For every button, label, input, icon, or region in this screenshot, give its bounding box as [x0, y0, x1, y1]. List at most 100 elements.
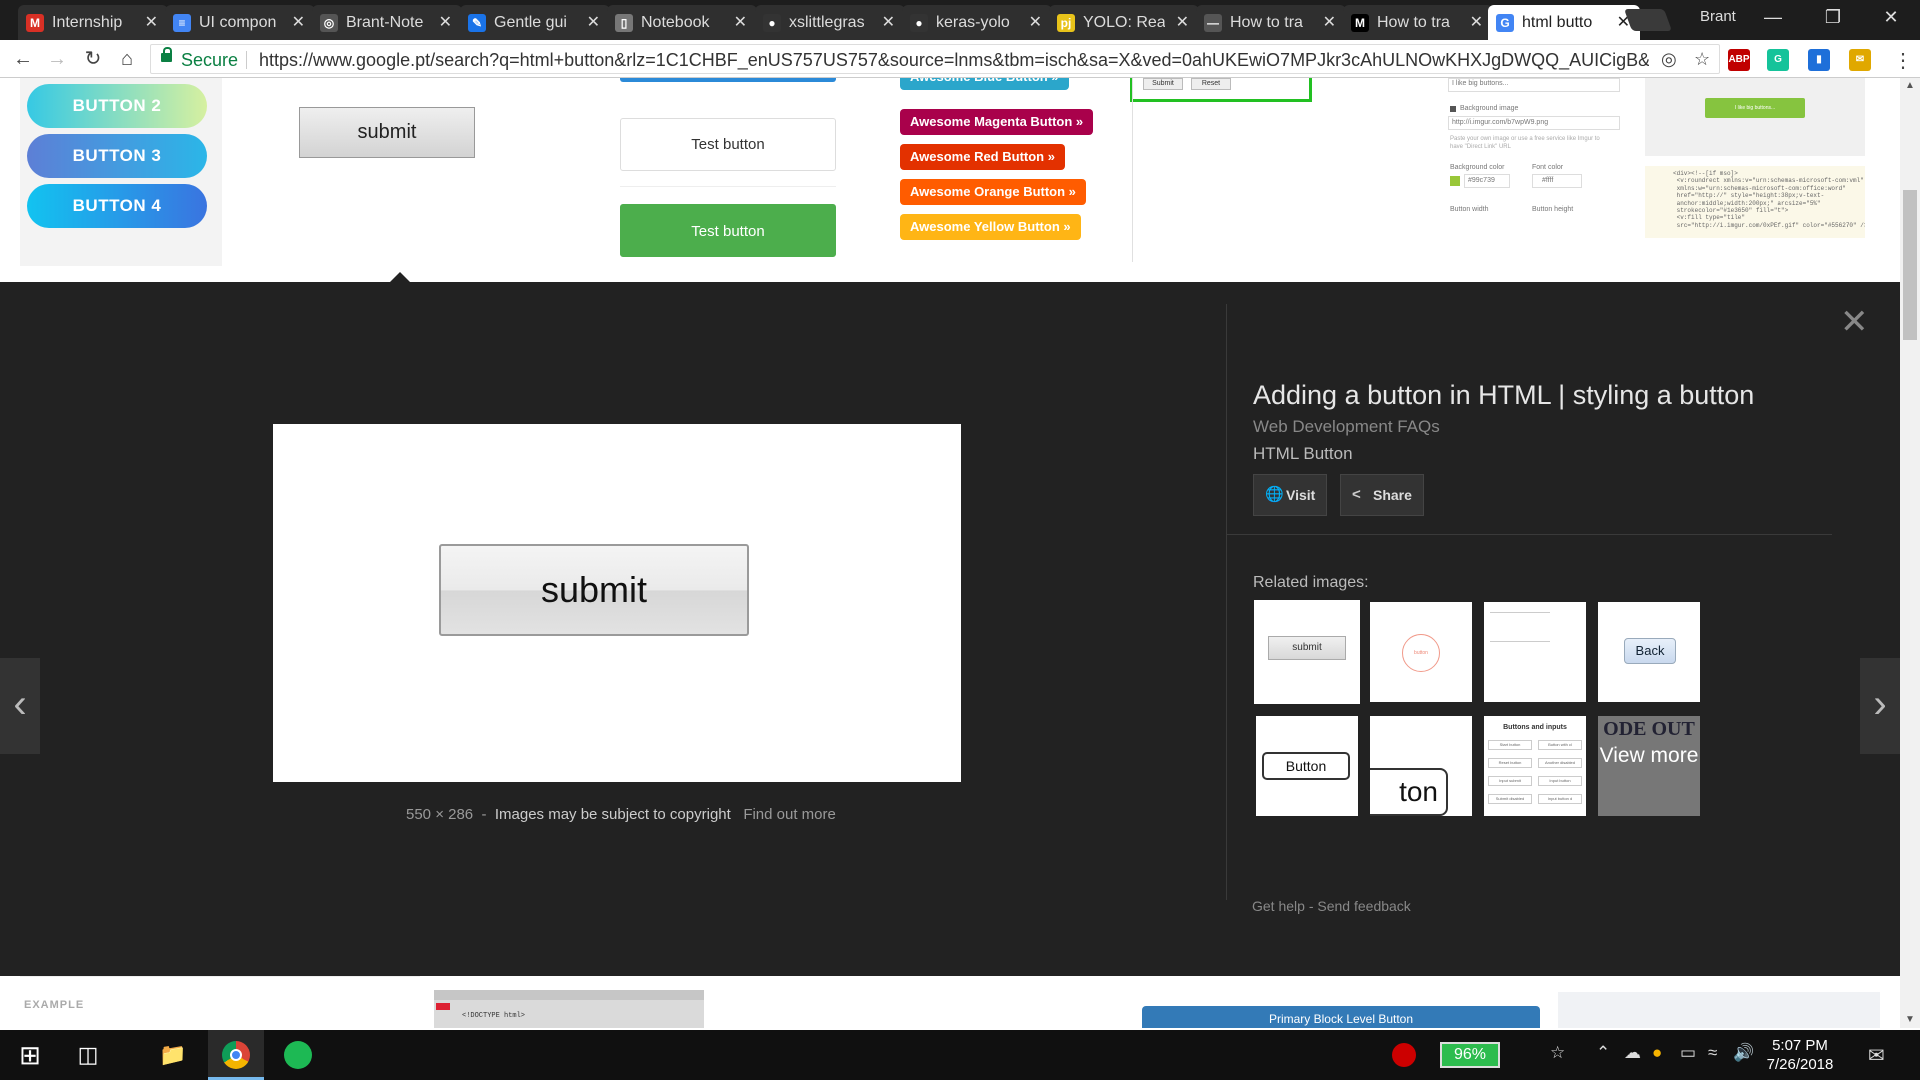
related-image-3[interactable]: [1484, 602, 1586, 702]
show-hidden-icons-chevron-icon[interactable]: ⌃: [1596, 1043, 1610, 1063]
minimize-icon[interactable]: —: [1744, 0, 1802, 34]
meta-separator: -: [477, 806, 491, 823]
menu-dots-icon[interactable]: ⋮: [1893, 48, 1913, 73]
battery-indicator[interactable]: 96%: [1440, 1042, 1500, 1068]
scroll-up-icon[interactable]: ▲: [1900, 80, 1920, 91]
adblock-icon[interactable]: ABP: [1728, 49, 1750, 71]
system-clock[interactable]: 5:07 PM 7/26/2018: [1755, 1036, 1845, 1074]
restore-icon[interactable]: ❐: [1804, 0, 1862, 34]
browser-tab[interactable]: pj YOLO: Real ✕: [1049, 5, 1199, 40]
result-thumb-awesome-buttons[interactable]: Awesome Blue Button » Awesome Magenta But…: [900, 78, 1110, 266]
browser-tab[interactable]: Ghtml butto ✕: [1488, 5, 1640, 40]
browser-tab[interactable]: ◎ Brant-Note ✕: [312, 5, 462, 40]
browser-tab[interactable]: — How to tra ✕: [1196, 5, 1346, 40]
previous-image-arrow[interactable]: ‹: [0, 658, 40, 754]
gen-label: Font color: [1532, 164, 1564, 171]
new-tab-button[interactable]: [1623, 9, 1673, 31]
volume-icon[interactable]: 🔊: [1733, 1043, 1754, 1063]
scroll-thumb[interactable]: [1903, 190, 1917, 340]
tab-close-icon[interactable]: ✕: [882, 5, 895, 40]
related-image-4[interactable]: Back: [1598, 602, 1700, 702]
get-help-link[interactable]: Get help: [1252, 898, 1305, 914]
bookmark-star-icon[interactable]: ☆: [1694, 49, 1710, 70]
task-view-icon[interactable]: ◫: [60, 1030, 116, 1080]
tab-close-icon[interactable]: ✕: [1470, 5, 1483, 40]
tab-close-icon[interactable]: ✕: [587, 5, 600, 40]
browser-tab[interactable]: ✎ Gentle gui ✕: [460, 5, 610, 40]
reload-icon[interactable]: ↻: [78, 44, 108, 74]
share-button[interactable]: < Share: [1340, 474, 1424, 516]
info-divider: [1226, 534, 1832, 535]
wifi-icon[interactable]: ≈: [1708, 1043, 1717, 1063]
tab-close-icon[interactable]: ✕: [1323, 5, 1336, 40]
windows-start-icon[interactable]: ⊞: [2, 1030, 58, 1080]
find-out-more-link[interactable]: Find out more: [743, 806, 836, 823]
result-thumb-editor[interactable]: <!DOCTYPE html>: [434, 990, 704, 1028]
address-bar[interactable]: Secure https://www.google.pt/search?q=ht…: [150, 44, 1720, 74]
result-thumb-example[interactable]: EXAMPLE: [20, 976, 420, 1028]
browser-tab[interactable]: ● xslittlegras ✕: [755, 5, 905, 40]
gen-label: Background image: [1460, 105, 1519, 112]
home-icon[interactable]: ⌂: [112, 44, 142, 74]
tab-close-icon[interactable]: ✕: [145, 5, 158, 40]
awesome-button: Awesome Red Button »: [900, 144, 1065, 170]
preview-title[interactable]: Adding a button in HTML | styling a butt…: [1253, 380, 1754, 411]
preview-image[interactable]: submit: [273, 424, 961, 782]
chrome-taskbar-icon[interactable]: [208, 1030, 264, 1080]
forward-arrow-icon[interactable]: →: [42, 44, 72, 74]
gmail-icon: M: [26, 14, 44, 32]
related-image-2[interactable]: button: [1370, 602, 1472, 702]
file-explorer-icon[interactable]: 📁: [145, 1030, 201, 1080]
result-thumb-code[interactable]: <div><!--[if mso]> <v:roundrect xmlns:v=…: [1645, 166, 1865, 238]
visit-button[interactable]: 🌐 Visit: [1253, 474, 1328, 516]
action-center-icon[interactable]: ✉: [1868, 1043, 1885, 1068]
related-image-7[interactable]: Buttons and inputs Start button Button wit…: [1484, 716, 1586, 816]
browser-tab[interactable]: M Internship ✕: [18, 5, 168, 40]
browser-tab[interactable]: ● keras-yolo ✕: [902, 5, 1052, 40]
location-icon[interactable]: ◎: [1661, 49, 1677, 70]
related-image-6[interactable]: ton: [1370, 716, 1472, 816]
tab-close-icon[interactable]: ✕: [439, 5, 452, 40]
notes-ext-icon[interactable]: ✉: [1849, 49, 1871, 71]
result-thumb-submit[interactable]: submit: [264, 78, 504, 266]
browser-tab[interactable]: ≡ UI compon ✕: [165, 5, 315, 40]
bookmark-ext-icon[interactable]: ▮: [1808, 49, 1830, 71]
close-preview-icon[interactable]: ✕: [1840, 302, 1869, 342]
next-image-arrow[interactable]: ›: [1860, 658, 1900, 754]
close-window-icon[interactable]: ✕: [1862, 0, 1920, 34]
result-thumb-generator-settings[interactable]: I like big buttons... Background image htt…: [1442, 78, 1622, 272]
browser-tab[interactable]: ▯ Notebook ✕: [607, 5, 757, 40]
tab-close-icon[interactable]: ✕: [1029, 5, 1042, 40]
related-image-5[interactable]: Button: [1256, 716, 1358, 816]
result-thumb-test-buttons[interactable]: Test button Test button: [610, 78, 850, 266]
tab-close-icon[interactable]: ✕: [292, 5, 305, 40]
profile-name[interactable]: Brant: [1700, 8, 1736, 25]
test-button-image: Test button: [620, 118, 836, 171]
onedrive-icon[interactable]: ☁: [1624, 1043, 1641, 1063]
grammarly-icon[interactable]: G: [1767, 49, 1789, 71]
app-tray-icon[interactable]: ●: [1652, 1043, 1662, 1063]
related-image-1[interactable]: submit: [1254, 600, 1360, 704]
tab-close-icon[interactable]: ✕: [1176, 5, 1189, 40]
preview-source[interactable]: Web Development FAQs: [1253, 417, 1440, 437]
spotify-taskbar-icon[interactable]: [270, 1030, 326, 1080]
result-thumb-gray[interactable]: [1558, 992, 1880, 1028]
page-scrollbar[interactable]: ▲ ▼: [1900, 78, 1920, 1028]
secure-label: Secure: [181, 50, 239, 70]
send-feedback-link[interactable]: Send feedback: [1317, 898, 1410, 914]
related-code-lines: [1490, 612, 1550, 642]
security-tray-icon[interactable]: [1392, 1043, 1416, 1067]
back-arrow-icon[interactable]: ←: [8, 44, 38, 74]
tab-close-icon[interactable]: ✕: [734, 5, 747, 40]
primary-block-button-image[interactable]: Primary Block Level Button: [1142, 1006, 1540, 1028]
result-thumb-form[interactable]: Submit Reset: [1130, 78, 1312, 180]
battery-tray-icon[interactable]: ▭: [1680, 1043, 1696, 1063]
browser-tab[interactable]: M How to tra ✕: [1343, 5, 1493, 40]
result-thumb-green-button[interactable]: I like big buttons...: [1645, 78, 1865, 156]
scroll-down-icon[interactable]: ▼: [1900, 1014, 1920, 1025]
related-image-8[interactable]: ODE OUT View more: [1598, 716, 1700, 816]
people-icon[interactable]: ☆: [1550, 1043, 1565, 1063]
result-thumb-pill-buttons[interactable]: BUTTON 2 BUTTON 3 BUTTON 4: [20, 78, 222, 266]
view-more-label: View more: [1599, 744, 1699, 767]
url-text[interactable]: https://www.google.pt/search?q=html+butt…: [259, 50, 1649, 71]
